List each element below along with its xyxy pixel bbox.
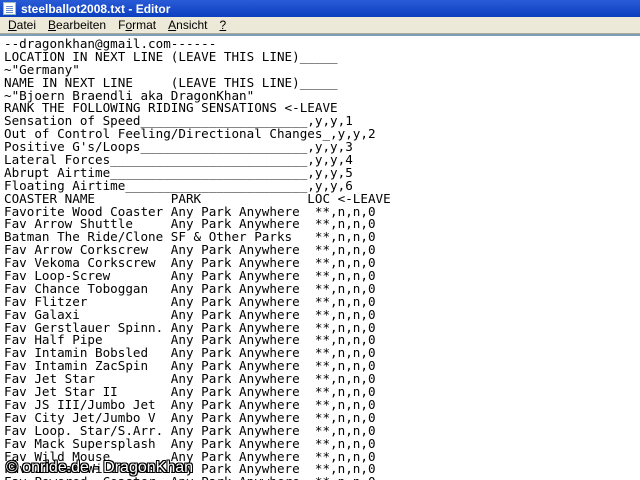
menu-format-rest: rmat bbox=[132, 18, 157, 32]
menu-datei[interactable]: Datei bbox=[2, 18, 42, 32]
menu-bar: Datei Bearbeiten Format Ansicht ? bbox=[0, 17, 640, 34]
notepad-icon[interactable] bbox=[3, 2, 16, 15]
menu-ansicht-accel: A bbox=[168, 18, 177, 32]
menu-help[interactable]: ? bbox=[214, 18, 233, 32]
window-title: steelballot2008.txt - Editor bbox=[21, 1, 171, 16]
menu-datei-accel: D bbox=[8, 18, 17, 32]
menu-ansicht[interactable]: Ansicht bbox=[162, 18, 213, 32]
text-editor[interactable]: --dragonkhan@gmail.com------ LOCATION IN … bbox=[0, 34, 640, 480]
document-text[interactable]: --dragonkhan@gmail.com------ LOCATION IN … bbox=[4, 37, 391, 480]
menu-bearbeiten[interactable]: Bearbeiten bbox=[42, 18, 112, 32]
menu-help-accel: ? bbox=[219, 18, 227, 32]
watermark: © onride.de - DragonKhan bbox=[6, 459, 194, 476]
menu-datei-rest: atei bbox=[16, 18, 37, 32]
menu-bearbeiten-rest: earbeiten bbox=[56, 18, 107, 32]
menu-format[interactable]: Format bbox=[112, 18, 162, 32]
menu-ansicht-rest: nsicht bbox=[176, 18, 208, 32]
title-bar[interactable]: steelballot2008.txt - Editor bbox=[0, 0, 640, 17]
menu-bearbeiten-accel: B bbox=[48, 18, 57, 32]
